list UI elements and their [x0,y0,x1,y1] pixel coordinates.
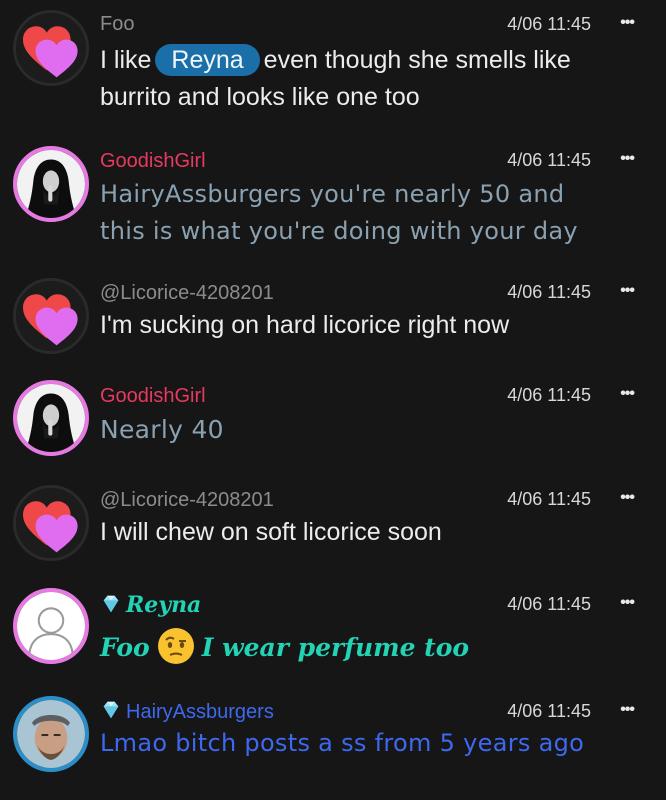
timestamp: 4/06 11:45 [507,282,591,302]
text-segment: HairyAssburgers you're nearly 50 and [100,180,565,208]
username[interactable]: Foo [100,13,134,36]
username-text: HairyAssburgers [126,701,274,723]
text-segment: Foo [100,633,150,662]
more-options-icon[interactable]: ••• [620,385,635,403]
timestamp: 4/06 11:45 [507,489,591,509]
more-options-icon[interactable]: ••• [620,282,635,300]
more-options-icon[interactable]: ••• [620,14,635,32]
text-segment: burrito and looks like one too [100,83,420,111]
avatar-nun-photo[interactable] [13,380,89,456]
avatar-hearts-icon[interactable] [13,278,89,354]
username[interactable]: GoodishGirl [100,385,206,408]
username[interactable]: HairyAssburgers [100,700,274,724]
message-text: Nearly 40 [100,415,224,444]
timestamp: 4/06 11:45 [507,594,591,614]
message-text: Lmao bitch posts a ss from 5 years ago [100,729,585,757]
more-options-icon[interactable]: ••• [620,701,635,719]
text-segment: I like [100,46,152,74]
more-options-icon[interactable]: ••• [620,594,635,612]
face-with-raised-eyebrow-emoji [157,628,194,664]
message-text: I like Reyna even though she smells like b… [100,42,640,116]
avatar-nun-photo[interactable] [13,146,89,222]
text-segment: this is what you're doing with your day [100,217,578,245]
username[interactable]: Reyna [100,592,201,618]
avatar-default-user-icon[interactable] [13,588,89,664]
timestamp: 4/06 11:45 [507,14,591,34]
more-options-icon[interactable]: ••• [620,489,635,507]
timestamp: 4/06 11:45 [507,385,591,405]
avatar-man-photo[interactable] [13,696,89,772]
message-text: Foo I wear perfume too [100,626,640,666]
message-text: HairyAssburgers you're nearly 50 and thi… [100,176,640,250]
username[interactable]: @Licorice-4208201 [100,489,274,512]
more-options-icon[interactable]: ••• [620,150,635,168]
message-text: I will chew on soft licorice soon [100,518,442,546]
text-segment: I wear perfume too [201,633,470,662]
mention-chip[interactable]: Reyna [155,44,260,76]
text-segment: even though she smells like [263,46,571,74]
timestamp: 4/06 11:45 [507,701,591,721]
timestamp: 4/06 11:45 [507,150,591,170]
avatar-hearts-icon[interactable] [13,10,89,86]
diamond-icon [103,595,119,613]
username[interactable]: @Licorice-4208201 [100,282,274,305]
username[interactable]: GoodishGirl [100,150,206,173]
message-text: I'm sucking on hard licorice right now [100,311,510,339]
diamond-icon [103,701,119,719]
username-text: Reyna [126,592,202,618]
avatar-hearts-icon[interactable] [13,485,89,561]
